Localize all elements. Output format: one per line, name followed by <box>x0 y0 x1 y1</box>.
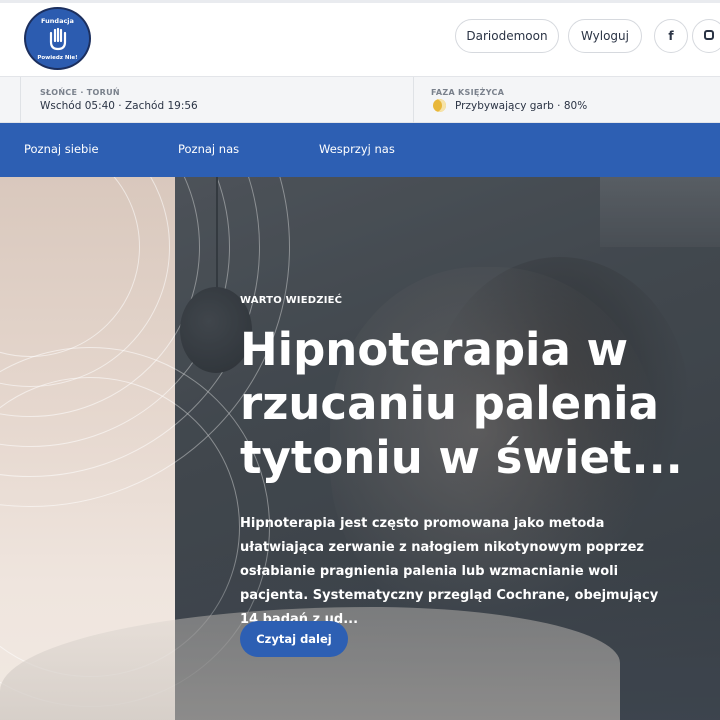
facebook-button[interactable]: f <box>654 19 688 53</box>
read-more-button[interactable]: Czytaj dalej <box>240 621 348 657</box>
info-strip: SŁOŃCE · TORUŃ Wschód 05:40 · Zachód 19:… <box>0 76 720 123</box>
hero-excerpt: Hipnoterapia jest często promowana jako … <box>240 516 659 627</box>
sun-label: SŁOŃCE · TORUŃ <box>40 88 120 97</box>
main-nav: Poznaj siebie Poznaj nas Wesprzyj nas <box>0 123 720 177</box>
moon-phase-icon <box>433 99 446 112</box>
logo-bottom-text: Powiedz Nie! <box>37 55 78 61</box>
top-bar: Fundacja Powiedz Nie! Dariodemoon Wylogu… <box>0 0 720 76</box>
logo-top-text: Fundacja <box>41 17 74 25</box>
moon-phase-label: FAZA KSIĘŻYCA <box>431 88 505 97</box>
logout-button[interactable]: Wyloguj <box>568 19 642 53</box>
hero-kicker: WARTO WIEDZIEĆ <box>240 295 343 306</box>
facebook-icon: f <box>668 29 674 43</box>
foundation-logo[interactable]: Fundacja Powiedz Nie! <box>24 7 91 70</box>
moon-phase-value: Przybywający garb · 80% <box>455 100 588 112</box>
sun-times: Wschód 05:40 · Zachód 19:56 <box>40 100 198 112</box>
hero-banner: WARTO WIEDZIEĆ Hipnoterapia w rzucaniu p… <box>0 177 720 720</box>
nav-item-poznaj-nas[interactable]: Poznaj nas <box>178 142 239 156</box>
user-account-button[interactable]: Dariodemoon <box>455 19 559 53</box>
hand-icon <box>49 27 67 51</box>
nav-item-poznaj-siebie[interactable]: Poznaj siebie <box>24 142 99 156</box>
divider <box>20 77 21 123</box>
instagram-icon <box>704 30 714 40</box>
instagram-button[interactable] <box>692 19 720 53</box>
divider <box>413 77 414 123</box>
hero-title[interactable]: Hipnoterapia w rzucaniu palenia tytoniu … <box>240 323 690 485</box>
nav-item-wesprzyj-nas[interactable]: Wesprzyj nas <box>319 142 395 156</box>
